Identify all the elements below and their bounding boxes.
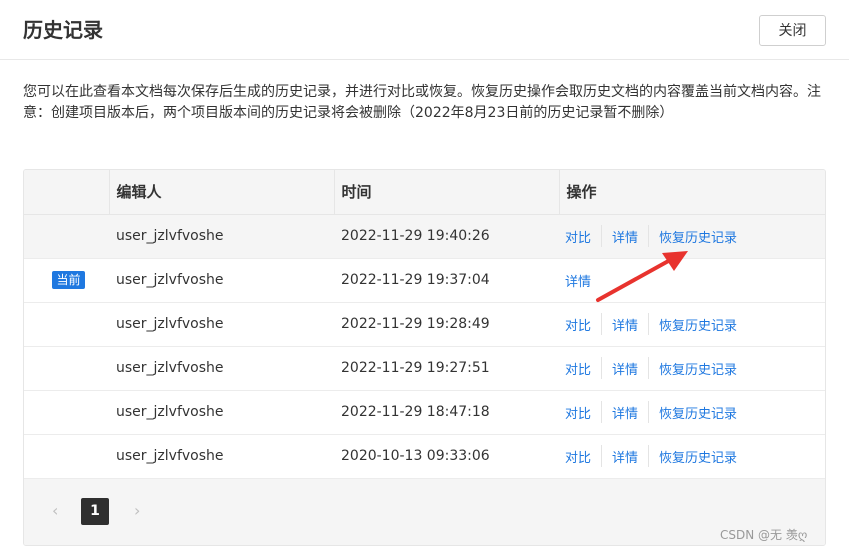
row-actions-group: 对比 详情 恢复历史记录	[559, 357, 825, 379]
row-flag-cell	[24, 214, 109, 259]
dialog-title: 历史记录	[23, 18, 103, 42]
restore-history-link[interactable]: 恢复历史记录	[659, 315, 737, 334]
row-actions: 对比 详情 恢复历史记录	[559, 302, 825, 347]
row-flag-cell	[24, 434, 109, 479]
table-row: 当前 user_jzlvfvoshe 2022-11-29 19:37:04 详情	[24, 258, 825, 303]
header-time: 时间	[333, 170, 559, 215]
row-actions-group: 对比 详情 恢复历史记录	[559, 401, 825, 423]
action-divider	[601, 445, 603, 467]
table-row: user_jzlvfvoshe 2022-11-29 19:27:51 对比 详情 恢复…	[24, 346, 825, 391]
row-time: 2022-11-29 19:27:51	[334, 346, 559, 391]
detail-link[interactable]: 详情	[612, 359, 638, 378]
action-divider	[648, 401, 650, 423]
row-actions-group: 对比 详情 恢复历史记录	[559, 313, 825, 335]
row-editor: user_jzlvfvoshe	[109, 390, 334, 435]
row-flag-cell	[24, 302, 109, 347]
compare-link[interactable]: 对比	[565, 359, 591, 378]
detail-link[interactable]: 详情	[612, 447, 638, 466]
row-flag-cell	[24, 390, 109, 435]
history-table-grid: 编辑人 时间 操作 user_jzlvfvoshe 2022-11-29 19:4…	[24, 170, 825, 479]
compare-link[interactable]: 对比	[565, 227, 591, 246]
table-row: user_jzlvfvoshe 2022-11-29 19:40:26 对比 详情 恢复…	[24, 214, 825, 259]
row-time: 2022-11-29 19:40:26	[334, 214, 559, 259]
current-badge: 当前	[52, 271, 85, 289]
row-time: 2022-11-29 19:28:49	[334, 302, 559, 347]
row-editor: user_jzlvfvoshe	[109, 258, 334, 303]
row-editor: user_jzlvfvoshe	[109, 302, 334, 347]
action-divider	[601, 313, 603, 335]
restore-history-link[interactable]: 恢复历史记录	[659, 227, 737, 246]
row-flag-cell	[24, 346, 109, 391]
restore-history-link[interactable]: 恢复历史记录	[659, 359, 737, 378]
action-divider	[648, 225, 650, 247]
row-actions: 对比 详情 恢复历史记录	[559, 390, 825, 435]
table-row: user_jzlvfvoshe 2020-10-13 09:33:06 对比 详情 恢复…	[24, 434, 825, 479]
compare-link[interactable]: 对比	[565, 403, 591, 422]
row-editor: user_jzlvfvoshe	[109, 346, 334, 391]
row-time: 2022-11-29 18:47:18	[334, 390, 559, 435]
table-row: user_jzlvfvoshe 2022-11-29 18:47:18 对比 详情 恢复…	[24, 390, 825, 435]
row-actions-group: 对比 详情 恢复历史记录	[559, 445, 825, 467]
history-table: 编辑人 时间 操作 user_jzlvfvoshe 2022-11-29 19:4…	[23, 169, 826, 546]
close-button[interactable]: 关闭	[759, 15, 826, 46]
table-row: user_jzlvfvoshe 2022-11-29 19:28:49 对比 详情 恢复…	[24, 302, 825, 347]
header-editor: 编辑人	[108, 170, 334, 215]
row-editor: user_jzlvfvoshe	[109, 214, 334, 259]
detail-link[interactable]: 详情	[612, 227, 638, 246]
annotation-arrow-icon	[596, 251, 688, 302]
action-divider	[648, 445, 650, 467]
compare-link[interactable]: 对比	[565, 315, 591, 334]
restore-history-link[interactable]: 恢复历史记录	[659, 447, 737, 466]
compare-link[interactable]: 对比	[565, 447, 591, 466]
table-header-row: 编辑人 时间 操作	[24, 170, 825, 215]
action-divider	[648, 313, 650, 335]
page-number-current[interactable]: 1	[81, 498, 109, 525]
row-time: 2020-10-13 09:33:06	[334, 434, 559, 479]
action-divider	[648, 357, 650, 379]
dialog-header: 历史记录 关闭	[0, 0, 849, 60]
action-divider	[601, 225, 603, 247]
detail-link[interactable]: 详情	[565, 271, 591, 290]
action-divider	[601, 401, 603, 423]
detail-link[interactable]: 详情	[612, 315, 638, 334]
row-time: 2022-11-29 19:37:04	[334, 258, 559, 303]
header-action: 操作	[558, 170, 825, 215]
detail-link[interactable]: 详情	[612, 403, 638, 422]
chevron-right-icon[interactable]: ›	[134, 501, 140, 520]
row-flag-cell: 当前	[24, 258, 109, 303]
header-flag	[24, 170, 109, 215]
row-actions-group: 对比 详情 恢复历史记录	[559, 225, 825, 247]
action-divider	[601, 357, 603, 379]
watermark: CSDN @无 羡ღ	[720, 528, 808, 542]
pagination: ‹ 1 ›	[24, 479, 825, 545]
restore-history-link[interactable]: 恢复历史记录	[659, 403, 737, 422]
description-text: 您可以在此查看本文档每次保存后生成的历史记录，并进行对比或恢复。恢复历史操作会取…	[23, 84, 821, 121]
row-actions: 对比 详情 恢复历史记录	[559, 434, 825, 479]
row-actions: 对比 详情 恢复历史记录	[559, 346, 825, 391]
chevron-left-icon[interactable]: ‹	[52, 501, 58, 520]
row-editor: user_jzlvfvoshe	[109, 434, 334, 479]
